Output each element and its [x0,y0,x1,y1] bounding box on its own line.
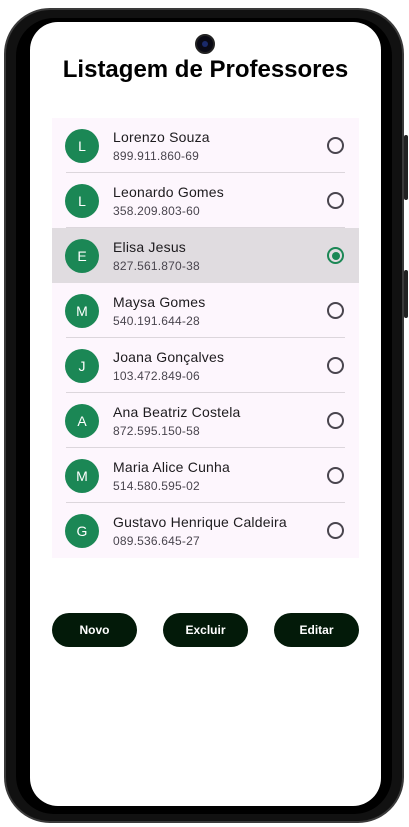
list-item[interactable]: A Ana Beatriz Costela 872.595.150-58 [52,393,359,448]
item-text: Lorenzo Souza 899.911.860-69 [113,129,327,163]
avatar: M [65,293,99,328]
item-text: Elisa Jesus 827.561.870-38 [113,239,327,273]
delete-button[interactable]: Excluir [163,613,248,647]
professor-name: Joana Gonçalves [113,348,225,365]
avatar: M [65,458,99,493]
avatar: J [65,348,99,383]
professor-cpf: 514.580.595-02 [113,478,200,493]
radio-button[interactable] [327,137,344,154]
professor-cpf: 899.911.860-69 [113,148,199,163]
avatar: E [65,238,99,273]
list-item[interactable]: E Elisa Jesus 827.561.870-38 [52,228,359,283]
professor-list: L Lorenzo Souza 899.911.860-69 L Leonard… [52,118,359,558]
radio-button[interactable] [327,412,344,429]
volume-button [404,135,408,200]
professor-name: Ana Beatriz Costela [113,403,241,420]
list-item[interactable]: J Joana Gonçalves 103.472.849-06 [52,338,359,393]
professor-cpf: 827.561.870-38 [113,258,200,273]
list-item[interactable]: G Gustavo Henrique Caldeira 089.536.645-… [52,503,359,558]
item-text: Leonardo Gomes 358.209.803-60 [113,184,327,218]
professor-name: Elisa Jesus [113,238,187,255]
professor-name: Maysa Gomes [113,293,206,310]
professor-name: Lorenzo Souza [113,128,210,145]
list-item[interactable]: L Lorenzo Souza 899.911.860-69 [52,118,359,173]
screen: Listagem de Professores L Lorenzo Souza … [30,22,381,806]
avatar: A [65,403,99,438]
radio-button[interactable] [327,357,344,374]
item-text: Gustavo Henrique Caldeira 089.536.645-27 [113,514,327,548]
power-button [404,270,408,318]
professor-cpf: 872.595.150-58 [113,423,200,438]
radio-button[interactable] [327,247,344,264]
radio-button[interactable] [327,302,344,319]
avatar: L [65,128,99,163]
radio-button[interactable] [327,467,344,484]
professor-name: Maria Alice Cunha [113,458,231,475]
item-text: Maysa Gomes 540.191.644-28 [113,294,327,328]
professor-name: Gustavo Henrique Caldeira [113,513,287,530]
list-item[interactable]: M Maysa Gomes 540.191.644-28 [52,283,359,338]
camera-icon [195,34,215,54]
avatar: L [65,183,99,218]
professor-cpf: 540.191.644-28 [113,313,200,328]
professor-cpf: 103.472.849-06 [113,368,200,383]
professor-name: Leonardo Gomes [113,183,224,200]
radio-button[interactable] [327,192,344,209]
avatar: G [65,513,99,548]
item-text: Ana Beatriz Costela 872.595.150-58 [113,404,327,438]
edit-button[interactable]: Editar [274,613,359,647]
list-item[interactable]: M Maria Alice Cunha 514.580.595-02 [52,448,359,503]
item-text: Maria Alice Cunha 514.580.595-02 [113,459,327,493]
list-item[interactable]: L Leonardo Gomes 358.209.803-60 [52,173,359,228]
professor-cpf: 089.536.645-27 [113,533,200,548]
new-button[interactable]: Novo [52,613,137,647]
item-text: Joana Gonçalves 103.472.849-06 [113,349,327,383]
page-title: Listagem de Professores [62,56,349,83]
professor-cpf: 358.209.803-60 [113,203,200,218]
radio-button[interactable] [327,522,344,539]
